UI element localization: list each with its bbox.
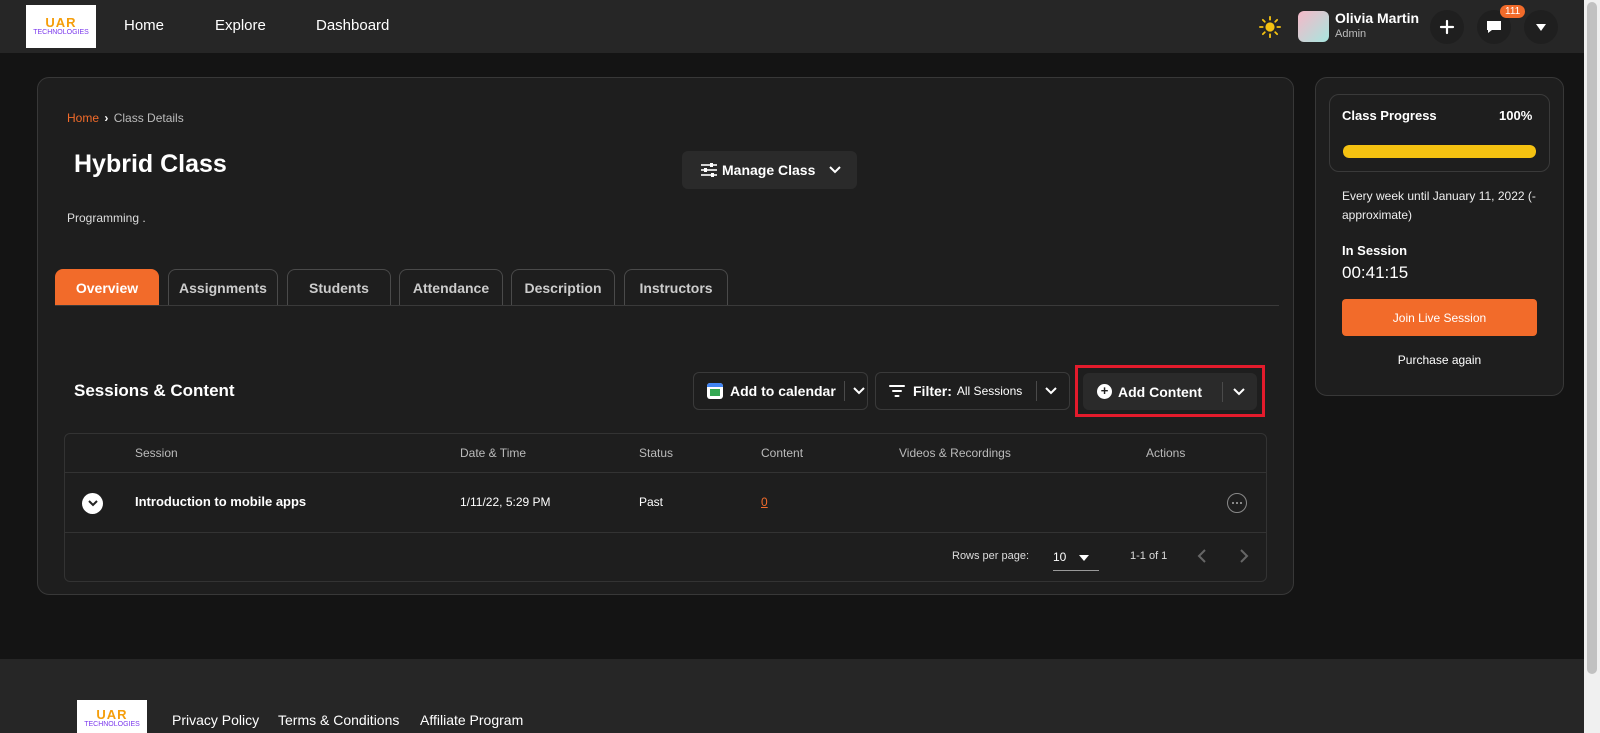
chevron-down-icon[interactable] (829, 166, 842, 174)
header-divider (64, 472, 1267, 473)
class-progress-fill (1343, 145, 1536, 158)
page-title: Hybrid Class (74, 150, 227, 178)
account-menu-button[interactable] (1524, 10, 1558, 44)
class-schedule: Every week until January 11, 2022 (-appr… (1342, 189, 1536, 222)
chevron-down-icon[interactable] (1045, 387, 1057, 395)
col-actions: Actions (1146, 446, 1186, 460)
rows-per-page-value: 10 (1053, 550, 1067, 564)
rows-per-page-label: Rows per page: (952, 550, 1030, 562)
filter-sessions-button[interactable]: Filter: All Sessions (875, 372, 1070, 410)
pagination-range: 1-1 of 1 (1130, 550, 1168, 562)
session-timer: 00:41:15 (1342, 263, 1409, 282)
tab-instructors[interactable]: Instructors (624, 269, 728, 305)
tab-overview[interactable]: Overview (55, 269, 159, 305)
filter-icon (889, 385, 905, 397)
tab-divider (55, 305, 1279, 306)
filter-label: Filter: (913, 383, 952, 399)
sliders-icon (701, 163, 717, 177)
session-name[interactable]: Introduction to mobile apps (135, 494, 306, 509)
add-to-calendar-button[interactable]: Add to calendar (693, 372, 868, 410)
footer-logo-line2: TECHNOLOGIES (84, 720, 140, 728)
sessions-title: Sessions & Content (74, 381, 235, 400)
footer-privacy-link[interactable]: Privacy Policy (172, 712, 259, 728)
top-bar: UAR TECHNOLOGIES Home Explore Dashboard … (0, 0, 1584, 53)
col-content: Content (761, 446, 804, 460)
nav-home[interactable]: Home (124, 17, 164, 34)
chevron-down-icon[interactable] (853, 387, 865, 395)
footer-affiliate-link[interactable]: Affiliate Program (420, 712, 523, 728)
plus-circle-icon: + (1097, 384, 1112, 399)
col-session: Session (135, 446, 178, 460)
tab-attendance[interactable]: Attendance (399, 269, 503, 305)
rows-per-page-select[interactable]: 10 (1053, 547, 1099, 571)
in-session-label: In Session (1342, 243, 1408, 258)
scrollbar-thumb[interactable] (1587, 2, 1597, 674)
join-live-session-button[interactable]: Join Live Session (1342, 299, 1537, 336)
purchase-again-link[interactable]: Purchase again (1342, 353, 1537, 367)
plus-icon (1439, 19, 1455, 35)
footer-terms-link[interactable]: Terms & Conditions (278, 712, 399, 728)
class-progress-label: Class Progress (1342, 108, 1437, 123)
breadcrumb: Home › Class Details (67, 111, 184, 125)
manage-class-label: Manage Class (722, 162, 816, 178)
footer-logo-line1: UAR (96, 706, 128, 722)
avatar[interactable] (1298, 11, 1329, 42)
row-actions-menu-icon[interactable] (1227, 493, 1247, 513)
tab-description[interactable]: Description (511, 269, 615, 305)
logo-line2: TECHNOLOGIES (33, 29, 89, 36)
add-content-button[interactable]: + Add Content (1083, 373, 1257, 410)
row-divider (64, 532, 1267, 533)
add-to-calendar-label: Add to calendar (730, 383, 836, 399)
breadcrumb-current: Class Details (113, 111, 184, 125)
breadcrumb-separator: › (104, 111, 109, 125)
class-progress-value: 100% (1499, 108, 1533, 123)
breadcrumb-home[interactable]: Home (67, 111, 99, 125)
footer-logo[interactable]: UAR TECHNOLOGIES (77, 700, 147, 733)
class-progress-bar (1343, 145, 1536, 158)
col-videos-recordings: Videos & Recordings (899, 446, 1011, 460)
next-page-icon[interactable] (1239, 549, 1249, 563)
user-role: Admin (1335, 28, 1367, 40)
nav-dashboard[interactable]: Dashboard (316, 17, 389, 34)
tab-students[interactable]: Students (287, 269, 391, 305)
manage-class-button[interactable]: Manage Class (682, 151, 857, 189)
add-content-label: Add Content (1118, 383, 1202, 400)
scrollbar[interactable] (1584, 0, 1600, 733)
tab-assignments[interactable]: Assignments (168, 269, 278, 305)
caret-down-icon (1536, 24, 1546, 31)
add-button[interactable] (1430, 10, 1464, 44)
session-datetime: 1/11/22, 5:29 PM (460, 495, 551, 509)
class-progress-box (1329, 94, 1550, 172)
col-date-time: Date & Time (460, 446, 527, 460)
chevron-down-icon (87, 500, 98, 507)
expand-row-button[interactable] (82, 493, 103, 514)
chevron-down-icon[interactable] (1233, 387, 1245, 396)
class-category: Programming . (67, 211, 146, 225)
nav-explore[interactable]: Explore (215, 17, 266, 34)
prev-page-icon[interactable] (1197, 549, 1207, 563)
google-calendar-icon (707, 383, 723, 399)
notification-badge: 111 (1500, 5, 1526, 18)
caret-down-icon (1079, 555, 1089, 561)
logo-line1: UAR (45, 15, 77, 30)
logo[interactable]: UAR TECHNOLOGIES (26, 5, 96, 48)
session-content-link[interactable]: 0 (761, 495, 768, 509)
chat-icon (1487, 21, 1501, 33)
user-name[interactable]: Olivia Martin (1335, 10, 1419, 26)
session-status: Past (639, 495, 664, 509)
filter-value: All Sessions (956, 384, 1023, 398)
theme-toggle-sun-icon[interactable] (1259, 16, 1281, 38)
col-status: Status (639, 446, 674, 460)
